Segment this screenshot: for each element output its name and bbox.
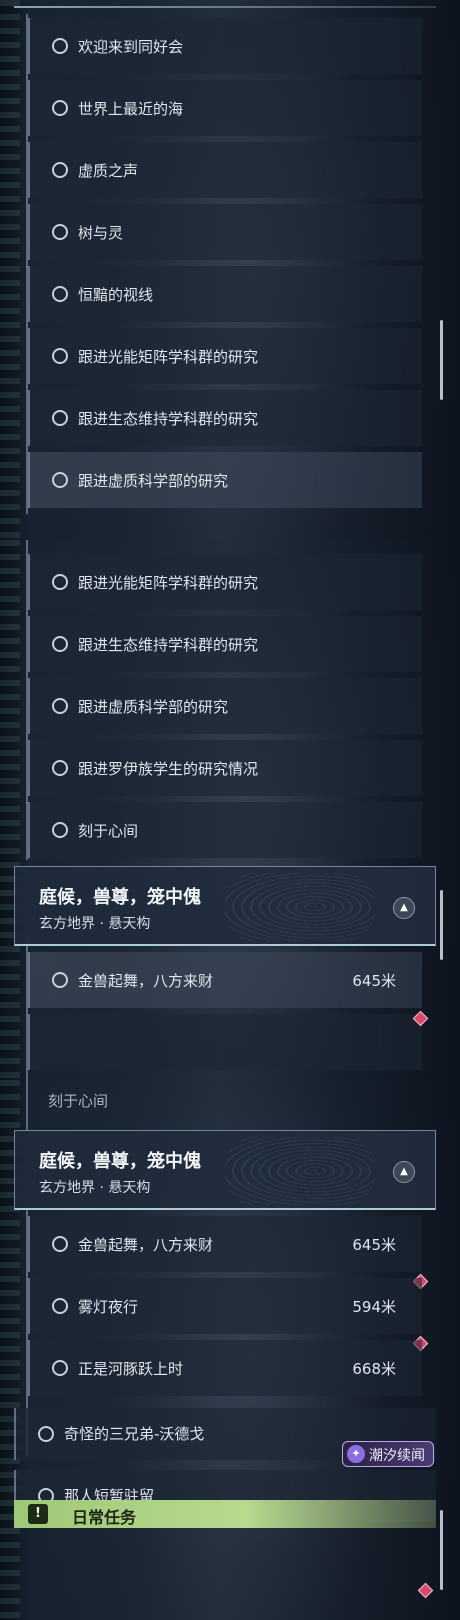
quest-item[interactable]: 树与灵 [28, 204, 422, 260]
circle-icon [52, 224, 68, 240]
quest-item[interactable]: 刻于心间 [28, 802, 422, 858]
collapse-arrow-icon[interactable]: ▲ [393, 897, 415, 919]
quest-group-header[interactable]: 庭候，兽尊，笼中傀 玄方地界 · 悬天构 ▲ [14, 866, 436, 946]
scrollbar-thumb[interactable] [440, 1510, 443, 1590]
quest-item-label: 树与灵 [78, 224, 124, 242]
quest-item-label: 金兽起舞，八方来财 [78, 972, 214, 990]
quest-subitem-partial[interactable] [28, 1014, 422, 1070]
distance-label: 645米 [352, 972, 396, 990]
group-title: 庭候，兽尊，笼中傀 [39, 887, 201, 908]
top-divider [14, 6, 436, 8]
quest-item-label: 恒黯的视线 [78, 286, 154, 304]
group-title: 庭候，兽尊，笼中傀 [39, 1151, 201, 1172]
event-badge-label: 潮汐续闻 [369, 1448, 425, 1464]
quest-item-label: 欢迎来到同好会 [78, 38, 184, 56]
topographic-decoration [225, 1137, 375, 1205]
circle-icon [52, 100, 68, 116]
daily-quest-header[interactable]: ! 日常任务 [14, 1500, 436, 1528]
quest-panel-1: 欢迎来到同好会 世界上最近的海 虚质之声 树与灵 恒黯的视线 跟进光能矩阵学科群… [0, 0, 460, 540]
quest-item[interactable]: 欢迎来到同好会 [28, 18, 422, 74]
daily-quest-title: 日常任务 [72, 1508, 137, 1527]
quest-item-label: 奇怪的三兄弟-沃德戈 [64, 1425, 205, 1443]
circle-icon [52, 410, 68, 426]
quest-group-header[interactable]: 庭候，兽尊，笼中傀 玄方地界 · 悬天构 ▲ [14, 1130, 436, 1210]
quest-item-label: 跟进罗伊族学生的研究情况 [78, 760, 259, 778]
quest-subitem[interactable]: 金兽起舞，八方来财 645米 [28, 1216, 422, 1272]
circle-icon [52, 1236, 68, 1252]
event-badge[interactable]: ✦ 潮汐续闻 [342, 1441, 434, 1467]
quest-subitem[interactable]: 金兽起舞，八方来财 645米 [28, 952, 422, 1008]
group-location: 玄方地界 · 悬天构 [39, 916, 151, 932]
circle-icon [52, 348, 68, 364]
quest-item-label: 刻于心间 [78, 822, 139, 840]
quest-item-label: 金兽起舞，八方来财 [78, 1236, 214, 1254]
distance-label: 594米 [352, 1298, 396, 1316]
quest-item[interactable]: 世界上最近的海 [28, 80, 422, 136]
scrollbar-thumb[interactable] [440, 890, 443, 960]
circle-icon [52, 698, 68, 714]
circle-icon [52, 38, 68, 54]
collapse-arrow-icon[interactable]: ▲ [393, 1161, 415, 1183]
quest-item[interactable]: 跟进光能矩阵学科群的研究 [28, 328, 422, 384]
quest-item[interactable]: 跟进生态维持学科群的研究 [28, 616, 422, 672]
topographic-decoration [225, 873, 375, 941]
circle-icon [52, 822, 68, 838]
distance-label: 668米 [352, 1360, 396, 1378]
circle-icon [52, 636, 68, 652]
quest-item-label: 跟进生态维持学科群的研究 [78, 636, 259, 654]
group-location: 玄方地界 · 悬天构 [39, 1180, 151, 1196]
circle-icon [38, 1426, 54, 1442]
quest-panel-2: 跟进光能矩阵学科群的研究 跟进生态维持学科群的研究 跟进虚质科学部的研究 跟进罗… [0, 540, 460, 1080]
quest-item-label: 跟进生态维持学科群的研究 [78, 410, 259, 428]
circle-icon [52, 972, 68, 988]
quest-item-selected[interactable]: 跟进虚质科学部的研究 [28, 452, 422, 508]
quest-item-label: 虚质之声 [78, 162, 139, 180]
quest-item[interactable]: 跟进生态维持学科群的研究 [28, 390, 422, 446]
quest-item[interactable]: 跟进罗伊族学生的研究情况 [28, 740, 422, 796]
quest-subitem[interactable]: 雾灯夜行 594米 [28, 1278, 422, 1334]
alert-icon: ! [28, 1504, 48, 1524]
circle-icon [52, 162, 68, 178]
circle-icon [52, 574, 68, 590]
quest-item-label: 跟进虚质科学部的研究 [78, 472, 229, 490]
quest-item[interactable]: 恒黯的视线 [28, 266, 422, 322]
scrollbar-thumb[interactable] [440, 320, 443, 400]
quest-item-label: 雾灯夜行 [78, 1298, 139, 1316]
quest-item-label-partial: 刻于心间 [48, 1092, 109, 1110]
circle-icon [52, 760, 68, 776]
quest-item[interactable]: 跟进光能矩阵学科群的研究 [28, 554, 422, 610]
circle-icon [52, 286, 68, 302]
distance-label: 645米 [352, 1236, 396, 1254]
quest-item[interactable]: 虚质之声 [28, 142, 422, 198]
tree-line [26, 1080, 28, 1130]
quest-item-label: 跟进虚质科学部的研究 [78, 698, 229, 716]
quest-panel-3: 刻于心间 庭候，兽尊，笼中傀 玄方地界 · 悬天构 ▲ 金兽起舞，八方来财 64… [0, 1080, 460, 1620]
quest-item-label: 跟进光能矩阵学科群的研究 [78, 348, 259, 366]
circle-icon [52, 1360, 68, 1376]
quest-subitem[interactable]: 正是河豚跃上时 668米 [28, 1340, 422, 1396]
circle-icon [52, 1298, 68, 1314]
quest-item-label: 世界上最近的海 [78, 100, 184, 118]
event-star-icon: ✦ [347, 1445, 365, 1463]
quest-item[interactable]: 跟进虚质科学部的研究 [28, 678, 422, 734]
quest-item-label: 跟进光能矩阵学科群的研究 [78, 574, 259, 592]
circle-icon [52, 472, 68, 488]
quest-item-label: 正是河豚跃上时 [78, 1360, 184, 1378]
